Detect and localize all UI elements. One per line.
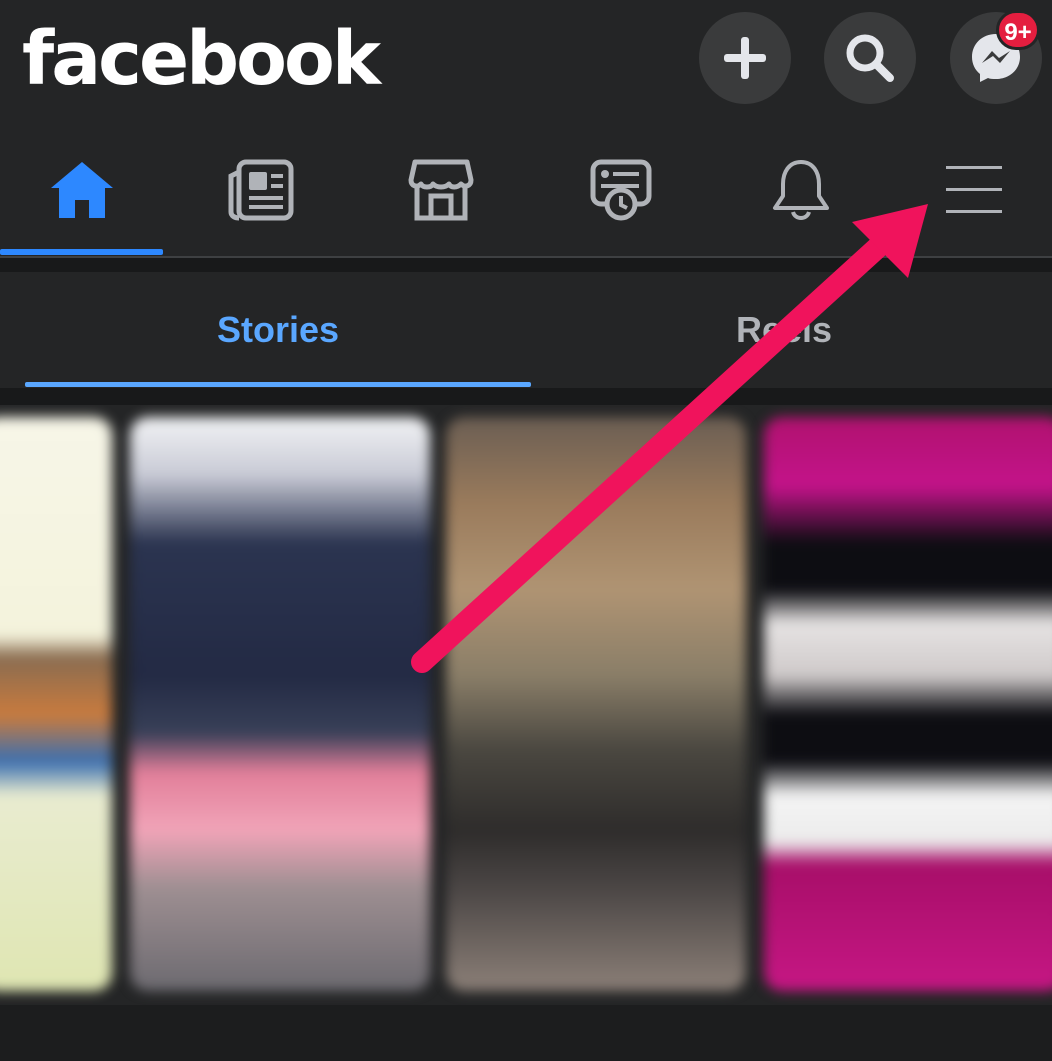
top-header: facebook 9+ [0,0,1052,125]
search-button[interactable] [824,12,916,104]
tab-stories[interactable]: Stories [25,272,531,388]
tab-reels[interactable]: Reels [531,272,1037,388]
memories-icon [590,159,652,221]
news-feed-icon [228,159,294,221]
main-nav [0,125,1052,258]
create-button[interactable] [699,12,791,104]
marketplace-icon [408,159,474,221]
search-icon [846,34,894,82]
nav-divider [0,256,1052,258]
story-card[interactable] [446,417,746,991]
facebook-logo[interactable]: facebook [22,14,381,104]
active-nav-indicator [0,249,163,255]
messenger-badge: 9+ [996,10,1040,50]
stories-carousel [0,405,1052,1005]
story-card[interactable] [764,417,1052,991]
home-icon [50,162,113,218]
nav-home[interactable] [0,125,163,255]
story-card[interactable] [130,417,430,991]
nav-marketplace[interactable] [356,125,526,255]
nav-news[interactable] [175,125,345,255]
messenger-button[interactable]: 9+ [950,10,1042,104]
plus-icon [724,37,766,79]
story-card[interactable] [0,417,112,991]
nav-memories[interactable] [536,125,706,255]
feed-footer [0,1005,1052,1061]
stories-reels-tabs: Stories Reels [0,272,1052,388]
nav-menu[interactable] [896,125,1052,255]
hamburger-menu-icon [946,166,1002,213]
nav-notifications[interactable] [716,125,886,255]
active-tab-indicator [25,382,531,387]
bell-icon [773,160,829,220]
